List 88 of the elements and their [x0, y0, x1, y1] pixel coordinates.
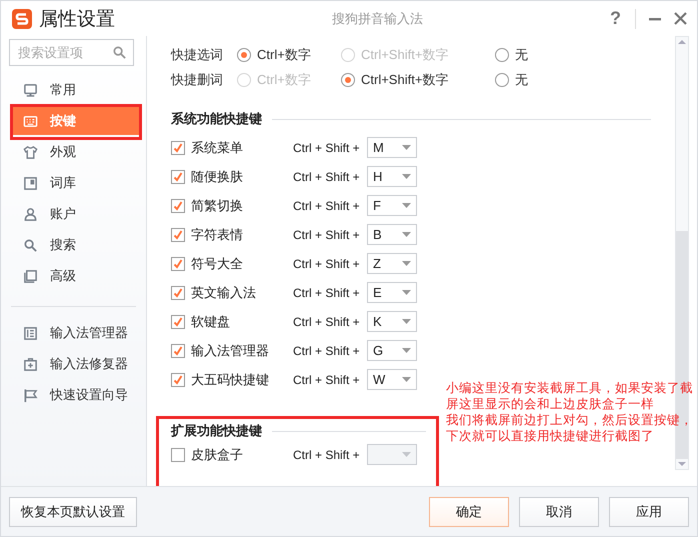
checkbox-label: 软键盘	[191, 312, 231, 330]
checkbox[interactable]	[171, 140, 185, 154]
modifier-label: Ctrl + Shift +	[293, 170, 361, 184]
key-dropdown[interactable]: E	[367, 282, 417, 303]
sidebar-item[interactable]: 搜索	[11, 231, 140, 259]
key-dropdown[interactable]: Z	[367, 253, 417, 274]
modifier-label: Ctrl + Shift +	[293, 448, 361, 462]
caret-icon	[402, 290, 411, 295]
modifier-label: Ctrl + Shift +	[293, 198, 361, 212]
reset-button[interactable]: 恢复本页默认设置	[9, 496, 137, 526]
caret-icon	[402, 145, 411, 150]
modifier-label: Ctrl + Shift +	[293, 314, 361, 328]
checkbox[interactable]	[171, 314, 185, 328]
caret-icon	[402, 203, 411, 208]
checkbox-label: 系统菜单	[191, 138, 244, 156]
caret-icon	[402, 348, 411, 353]
modifier-label: Ctrl + Shift +	[293, 286, 361, 300]
modifier-label: Ctrl + Shift +	[293, 140, 361, 154]
checkbox-label: 符号大全	[191, 254, 244, 272]
keyboard-icon	[23, 114, 38, 128]
key-dropdown[interactable]: M	[367, 137, 417, 158]
caret-icon	[402, 261, 411, 266]
dialog-button[interactable]: 取消	[519, 496, 599, 526]
key-dropdown[interactable]: B	[367, 224, 417, 245]
scroll-up-icon[interactable]	[676, 37, 688, 47]
dialog-button[interactable]: 应用	[609, 496, 689, 526]
checkbox-label: 简繁切换	[191, 196, 244, 214]
sidebar-item[interactable]: 外观	[11, 138, 140, 166]
radio-option[interactable]: 无	[495, 46, 555, 64]
caret-icon	[402, 377, 411, 382]
radio-option[interactable]: 无	[495, 70, 555, 88]
sidebar-item[interactable]: 词库	[11, 169, 140, 197]
checkbox[interactable]	[171, 372, 185, 386]
radio-option[interactable]: Ctrl+数字	[237, 46, 341, 64]
checkbox[interactable]	[171, 286, 185, 300]
checkbox-label: 皮肤盒子	[191, 446, 244, 464]
sidebar-item[interactable]: 账户	[11, 200, 140, 228]
radio-option[interactable]: Ctrl+Shift+数字	[341, 70, 495, 88]
modifier-label: Ctrl + Shift +	[293, 344, 361, 358]
caret-icon	[402, 232, 411, 237]
annotation-note: 小编这里没有安装截屏工具，如果安装了截 屏这里显示的会和上边皮肤盒子一样 我们将截屏前边打上对勾，然后设置按键， 下次就可以直接用快捷键进行截图了	[446, 380, 693, 444]
key-dropdown[interactable]: K	[367, 311, 417, 332]
modifier-label: Ctrl + Shift +	[293, 372, 361, 386]
caret-icon	[402, 319, 411, 324]
key-dropdown[interactable]: G	[367, 340, 417, 361]
checkbox-label: 输入法管理器	[191, 342, 270, 360]
book-icon	[23, 176, 38, 190]
key-dropdown[interactable]: H	[367, 166, 417, 187]
logo-icon	[12, 8, 32, 28]
app-name: 搜狗拼音输入法	[332, 10, 424, 28]
shirt-icon	[23, 144, 38, 160]
checkbox[interactable]	[171, 198, 185, 212]
sidebar-item[interactable]: 高级	[11, 262, 140, 290]
close-icon[interactable]	[674, 12, 687, 25]
checkbox[interactable]	[171, 256, 185, 270]
search-icon	[23, 238, 38, 252]
caret-icon	[402, 452, 411, 457]
checkbox-label: 字符表情	[191, 226, 244, 244]
key-dropdown[interactable]: F	[367, 195, 417, 216]
window-title: 属性设置	[39, 8, 116, 32]
section-title: 系统功能快捷键	[171, 110, 262, 128]
key-dropdown[interactable]: W	[367, 369, 417, 390]
checkbox-label: 英文输入法	[191, 284, 257, 302]
sidebar-tool-item[interactable]: 快速设置向导	[11, 381, 140, 409]
checkbox[interactable]	[171, 228, 185, 242]
help-button[interactable]: ?	[604, 8, 627, 29]
checkbox-label: 随便换肤	[191, 168, 244, 186]
checkbox[interactable]	[171, 170, 185, 184]
option-label: 快捷选词	[171, 46, 224, 64]
list-icon	[23, 326, 38, 340]
sidebar-tool-item[interactable]: 输入法修复器	[11, 350, 140, 378]
dialog-button[interactable]: 确定	[429, 496, 509, 526]
monitor-icon	[23, 82, 38, 98]
search-icon	[112, 45, 127, 60]
checkbox[interactable]	[171, 344, 185, 358]
user-icon	[23, 206, 38, 222]
caret-icon	[402, 174, 411, 179]
sidebar-tool-item[interactable]: 输入法管理器	[11, 319, 140, 347]
modifier-label: Ctrl + Shift +	[293, 256, 361, 270]
option-label: 快捷删词	[171, 70, 224, 88]
section-title: 扩展功能快捷键	[171, 422, 262, 440]
sidebar-item[interactable]: 常用	[11, 76, 140, 104]
search-field[interactable]: 搜索设置项	[9, 39, 134, 66]
checkbox-label: 大五码快捷键	[191, 370, 270, 388]
flag-icon	[23, 388, 38, 402]
square-icon	[23, 268, 38, 284]
modifier-label: Ctrl + Shift +	[293, 228, 361, 242]
toolbox-icon	[23, 356, 38, 372]
